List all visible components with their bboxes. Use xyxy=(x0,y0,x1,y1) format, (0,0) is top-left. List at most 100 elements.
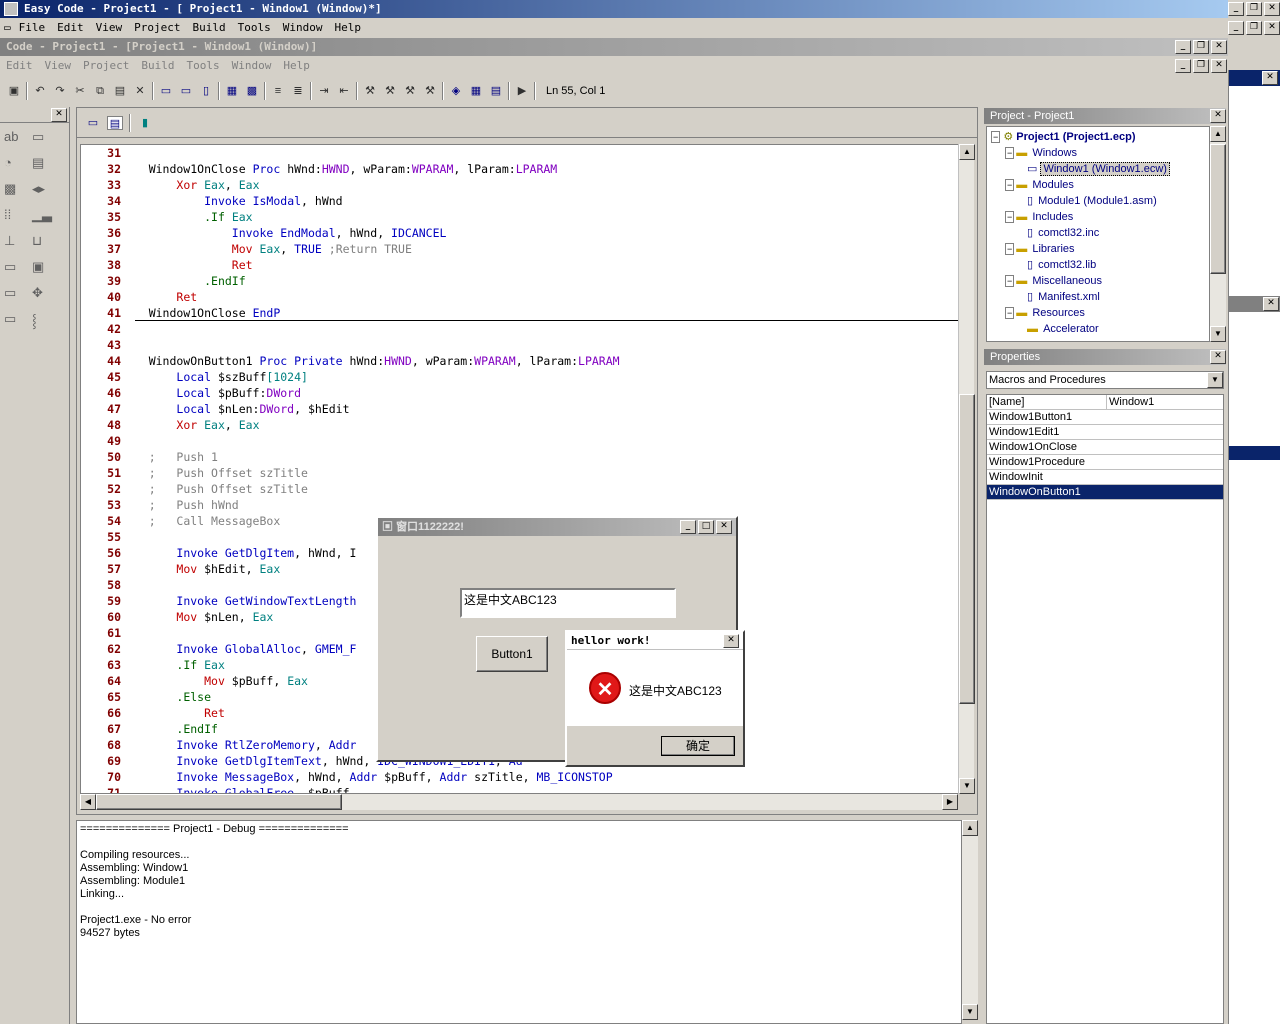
property-row[interactable]: Window1OnClose xyxy=(987,440,1223,455)
child-menu-window[interactable]: Window xyxy=(226,57,278,75)
output-scroll-down[interactable]: ▼ xyxy=(962,1004,978,1020)
resource-icon[interactable]: ◈ xyxy=(448,84,464,98)
outdent-icon[interactable]: ⇤ xyxy=(336,84,352,98)
label-tool-icon[interactable]: ab xyxy=(4,129,30,145)
menu-file[interactable]: File xyxy=(13,19,52,37)
code-hscroll[interactable]: ◀ ▶ xyxy=(80,794,958,810)
comment-icon[interactable]: ≡ xyxy=(270,84,286,98)
rebuild-icon[interactable]: ⚒ xyxy=(402,84,418,98)
cut-icon[interactable]: ✂ xyxy=(72,84,88,98)
clean-icon[interactable]: ⚒ xyxy=(422,84,438,98)
window-view-icon[interactable]: ▭ xyxy=(158,84,174,98)
button-tool-icon[interactable]: ◔ xyxy=(4,155,30,171)
child-menu-project[interactable]: Project xyxy=(77,57,135,75)
image-tool-icon[interactable]: ▩ xyxy=(4,181,30,197)
property-row[interactable]: Window1Button1 xyxy=(987,410,1223,425)
toggle-icon[interactable]: ▮ xyxy=(137,116,153,130)
child-menu-build[interactable]: Build xyxy=(135,57,180,75)
move-tool-icon[interactable]: ✥ xyxy=(32,285,58,301)
run-icon[interactable]: ▶ xyxy=(514,84,530,98)
tree-item[interactable]: ▯ comctl32.lib xyxy=(991,257,1205,273)
tree-item[interactable]: ▯ Module1 (Module1.asm) xyxy=(991,193,1205,209)
project-tree[interactable]: − ⚙ Project1 (Project1.ecp) − ▬ Windows ▭ … xyxy=(986,126,1210,342)
code-minimize-button[interactable]: _ xyxy=(1175,40,1191,54)
compile-icon[interactable]: ⚒ xyxy=(382,84,398,98)
tree-item[interactable]: − ▬ Resources xyxy=(991,305,1205,321)
dialog-edit-field[interactable]: 这是中文ABC123 xyxy=(460,588,676,618)
properties-list[interactable]: [Name] Window1 Window1Button1 Window1Edit… xyxy=(986,394,1224,1024)
splitter-tool-icon[interactable]: ⸾ xyxy=(32,311,58,329)
output-panel[interactable]: ============== Project1 - Debug ========… xyxy=(76,820,962,1024)
property-row[interactable]: WindowInit xyxy=(987,470,1223,485)
mdi-close-button[interactable]: ✕ xyxy=(1264,21,1280,35)
project-scroll-thumb[interactable] xyxy=(1210,144,1226,274)
property-row[interactable]: Window1Edit1 xyxy=(987,425,1223,440)
tree-item[interactable]: − ▬ Includes xyxy=(991,209,1205,225)
scroll-down-button[interactable]: ▼ xyxy=(959,778,975,794)
child-menu-help[interactable]: Help xyxy=(277,57,316,75)
picture-tool-icon[interactable]: ▣ xyxy=(32,259,58,275)
uncomment-icon[interactable]: ≣ xyxy=(290,84,306,98)
tree-item[interactable]: − ▬ Miscellaneous xyxy=(991,273,1205,289)
properties-dropdown[interactable]: Macros and Procedures ▼ xyxy=(986,371,1224,389)
calendar-icon[interactable]: ▦ xyxy=(468,84,484,98)
project-scroll-down[interactable]: ▼ xyxy=(1210,326,1226,342)
palette-close-button[interactable]: ✕ xyxy=(51,108,67,122)
menu-help[interactable]: Help xyxy=(328,19,367,37)
button1[interactable]: Button1 xyxy=(476,636,548,672)
minimize-button[interactable]: _ xyxy=(1228,2,1244,16)
child-menu-tools[interactable]: Tools xyxy=(180,57,225,75)
grid-icon[interactable]: ▦ xyxy=(224,84,240,98)
child-menu-view[interactable]: View xyxy=(39,57,78,75)
dialog-close-button[interactable]: ✕ xyxy=(716,520,732,534)
project-scroll-up[interactable]: ▲ xyxy=(1210,126,1226,142)
indent-icon[interactable]: ⇥ xyxy=(316,84,332,98)
tree-item[interactable]: ▭ Window1 (Window1.ecw) xyxy=(991,161,1205,177)
close-button[interactable]: ✕ xyxy=(1264,2,1280,16)
list-tool-icon[interactable]: ▤ xyxy=(32,155,58,171)
chevron-down-icon[interactable]: ▼ xyxy=(1207,372,1223,388)
scroll-right-button[interactable]: ▶ xyxy=(942,794,958,810)
scroll-up-button[interactable]: ▲ xyxy=(959,144,975,160)
dialog-maximize-button[interactable]: □ xyxy=(698,520,714,534)
menu-edit[interactable]: Edit xyxy=(51,19,90,37)
child-restore-button[interactable]: ❐ xyxy=(1193,59,1209,73)
track-tool-icon[interactable]: ⊥ xyxy=(4,233,30,249)
tree-item[interactable]: ▯ Manifest.xml xyxy=(991,289,1205,305)
updown-tool-icon[interactable]: ◂▸ xyxy=(32,181,58,197)
menu-build[interactable]: Build xyxy=(186,19,231,37)
child-close-button[interactable]: ✕ xyxy=(1211,59,1227,73)
property-row[interactable]: Window1Procedure xyxy=(987,455,1223,470)
redo-icon[interactable]: ↷ xyxy=(52,84,68,98)
menu-window[interactable]: Window xyxy=(277,19,329,37)
build-icon[interactable]: ⚒ xyxy=(362,84,378,98)
child-minimize-button[interactable]: _ xyxy=(1175,59,1191,73)
page-icon[interactable]: ▯ xyxy=(198,84,214,98)
scroll-thumb[interactable] xyxy=(959,394,975,704)
properties-icon[interactable]: ▩ xyxy=(244,84,260,98)
paste-icon[interactable]: ▤ xyxy=(112,84,128,98)
edit-tool-icon[interactable]: ▭ xyxy=(4,259,30,275)
output-scroll-up[interactable]: ▲ xyxy=(962,820,978,836)
code-close-button[interactable]: ✕ xyxy=(1211,40,1227,54)
bar-tool-icon[interactable]: ▁▃ xyxy=(32,207,58,223)
menu-tools[interactable]: Tools xyxy=(232,19,277,37)
combo-tool-icon[interactable]: ▭ xyxy=(4,285,30,301)
message-box-close-button[interactable]: ✕ xyxy=(723,634,739,648)
scroll-left-button[interactable]: ◀ xyxy=(80,794,96,810)
save-icon[interactable]: ▣ xyxy=(6,84,22,98)
output-vscroll[interactable]: ▲ ▼ xyxy=(962,820,978,1020)
undo-icon[interactable]: ↶ xyxy=(32,84,48,98)
code-view-icon[interactable]: ▤ xyxy=(107,115,123,130)
bg-close-button[interactable]: ✕ xyxy=(1262,71,1278,85)
hscroll-thumb[interactable] xyxy=(96,794,342,810)
menu-view[interactable]: View xyxy=(90,19,129,37)
child-menu-edit[interactable]: Edit xyxy=(0,57,39,75)
tree-item[interactable]: ▯ comctl32.inc xyxy=(991,225,1205,241)
grid-tool-icon[interactable]: ⁞⁞ xyxy=(4,207,30,223)
frame-tool-icon[interactable]: ▭ xyxy=(4,311,30,329)
code-vscroll[interactable]: ▲ ▼ xyxy=(958,144,975,794)
restore-button[interactable]: ❐ xyxy=(1246,2,1262,16)
doc-icon[interactable]: ▭ xyxy=(0,19,13,37)
properties-close-button[interactable]: ✕ xyxy=(1210,350,1226,364)
